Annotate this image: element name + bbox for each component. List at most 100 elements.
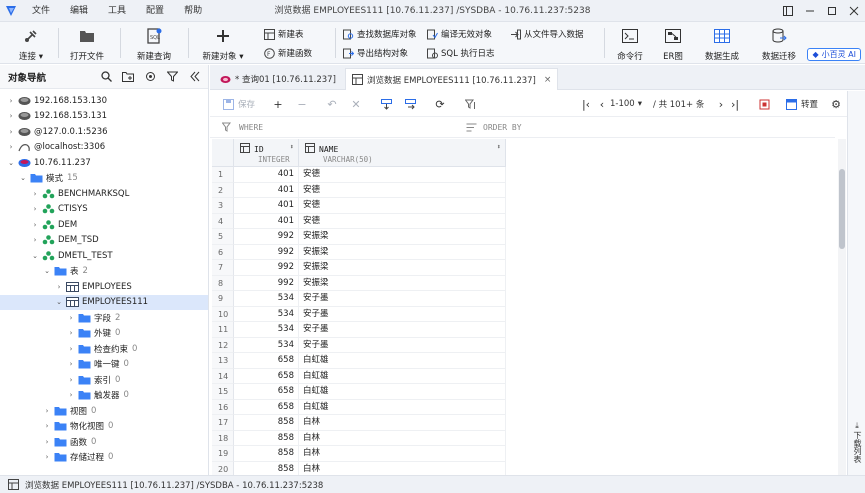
last-page-button[interactable]: ›|: [729, 96, 741, 112]
cell-name[interactable]: 白虹雄: [299, 353, 506, 369]
chevron-right-icon[interactable]: ›: [42, 438, 52, 446]
cell-name[interactable]: 白虹雄: [299, 368, 506, 384]
cell-id[interactable]: 858: [234, 430, 299, 446]
tree-node[interactable]: › DEM: [0, 217, 208, 233]
cell-name[interactable]: 安德: [299, 198, 506, 214]
tree-node[interactable]: › DEM_TSD: [0, 233, 208, 249]
cell-id[interactable]: 401: [234, 198, 299, 214]
tree-node[interactable]: ⌄ EMPLOYEES111: [0, 294, 208, 310]
cell-id[interactable]: 658: [234, 384, 299, 400]
table-row[interactable]: 9 534 安子墨: [212, 291, 506, 307]
cell-id[interactable]: 992: [234, 244, 299, 260]
tree-node[interactable]: ⌄ 模式 15: [0, 171, 208, 187]
grid-settings-button[interactable]: ⚙: [830, 96, 842, 112]
tab-query01[interactable]: * 查询01 [10.76.11.237]: [214, 68, 342, 90]
cell-name[interactable]: 安振梁: [299, 244, 506, 260]
undo-button[interactable]: ↶: [326, 96, 338, 112]
sql-log-button[interactable]: SQL 执行日志: [427, 46, 495, 60]
cell-id[interactable]: 658: [234, 368, 299, 384]
chevron-right-icon[interactable]: ›: [6, 128, 16, 136]
new-table-button[interactable]: 新建表: [264, 27, 304, 41]
cell-id[interactable]: 534: [234, 291, 299, 307]
data-generation-button[interactable]: 数据生成: [695, 24, 749, 62]
tree-node[interactable]: › 唯一键 0: [0, 357, 208, 373]
table-row[interactable]: 17 858 白林: [212, 415, 506, 431]
tree-node[interactable]: › 触发器 0: [0, 388, 208, 404]
cell-id[interactable]: 992: [234, 275, 299, 291]
tree-node[interactable]: › 外键 0: [0, 326, 208, 342]
new-object-button[interactable]: 新建对象 ▾: [196, 24, 250, 62]
tree-node[interactable]: › BENCHMARKSQL: [0, 186, 208, 202]
cell-name[interactable]: 安德: [299, 167, 506, 183]
export-button[interactable]: [404, 96, 416, 112]
first-page-button[interactable]: |‹: [580, 96, 592, 112]
er-diagram-button[interactable]: ER图: [646, 24, 700, 62]
stop-button[interactable]: [758, 96, 770, 112]
tree-node[interactable]: › 192.168.153.131: [0, 109, 208, 125]
tree-node[interactable]: › 视图 0: [0, 403, 208, 419]
cell-id[interactable]: 401: [234, 167, 299, 183]
table-row[interactable]: 11 534 安子墨: [212, 322, 506, 338]
tree-node[interactable]: ⌄ 表 2: [0, 264, 208, 280]
chevron-down-icon[interactable]: ⌄: [18, 174, 28, 182]
table-row[interactable]: 14 658 白虹雄: [212, 368, 506, 384]
table-row[interactable]: 16 658 白虹雄: [212, 399, 506, 415]
cell-id[interactable]: 992: [234, 229, 299, 245]
table-row[interactable]: 18 858 白林: [212, 430, 506, 446]
chevron-right-icon[interactable]: ›: [54, 283, 64, 291]
find-db-object-button[interactable]: 查找数据库对象: [343, 27, 417, 41]
tree-node[interactable]: › 存储过程 0: [0, 450, 208, 466]
new-function-button[interactable]: F 新建函数: [264, 46, 312, 60]
tree-node[interactable]: ⌄ DMETL_TEST: [0, 248, 208, 264]
chevron-right-icon[interactable]: ›: [66, 345, 76, 353]
chevron-right-icon[interactable]: ›: [42, 422, 52, 430]
cell-name[interactable]: 安子墨: [299, 291, 506, 307]
table-row[interactable]: 20 858 白林: [212, 461, 506, 475]
menu-file[interactable]: 文件: [22, 0, 60, 22]
minimize-button[interactable]: [799, 0, 821, 22]
layout-icon[interactable]: [777, 0, 799, 22]
next-page-button[interactable]: ›: [715, 96, 727, 112]
add-row-button[interactable]: +: [272, 96, 284, 112]
chevron-right-icon[interactable]: ›: [42, 407, 52, 415]
cell-id[interactable]: 858: [234, 415, 299, 431]
tree-node[interactable]: › CTISYS: [0, 202, 208, 218]
maximize-button[interactable]: [821, 0, 843, 22]
table-row[interactable]: 12 534 安子墨: [212, 337, 506, 353]
collapse-panel-icon[interactable]: [186, 69, 202, 85]
cell-name[interactable]: 安子墨: [299, 337, 506, 353]
chevron-right-icon[interactable]: ›: [66, 360, 76, 368]
chevron-right-icon[interactable]: ›: [66, 391, 76, 399]
table-row[interactable]: 2 401 安德: [212, 182, 506, 198]
table-row[interactable]: 4 401 安德: [212, 213, 506, 229]
chevron-down-icon[interactable]: ⌄: [30, 252, 40, 260]
cancel-button[interactable]: ✕: [350, 96, 362, 112]
prev-page-button[interactable]: ‹: [596, 96, 608, 112]
download-list-tab[interactable]: ⤓ 下载列表: [851, 421, 863, 463]
tree-node[interactable]: › 192.168.153.130: [0, 93, 208, 109]
delete-row-button[interactable]: −: [296, 96, 308, 112]
cell-id[interactable]: 858: [234, 446, 299, 462]
filter-column-button[interactable]: [464, 96, 476, 112]
column-header-name[interactable]: NAME VARCHAR(50) ⬍: [299, 139, 506, 167]
chevron-down-icon[interactable]: ⌄: [54, 298, 64, 306]
tree-node[interactable]: › 索引 0: [0, 372, 208, 388]
cell-id[interactable]: 858: [234, 461, 299, 475]
tree-node[interactable]: › @127.0.0.1:5236: [0, 124, 208, 140]
cell-id[interactable]: 401: [234, 182, 299, 198]
chevron-right-icon[interactable]: ›: [30, 190, 40, 198]
cell-name[interactable]: 白林: [299, 446, 506, 462]
cell-name[interactable]: 安德: [299, 213, 506, 229]
table-row[interactable]: 8 992 安振梁: [212, 275, 506, 291]
table-row[interactable]: 15 658 白虹雄: [212, 384, 506, 400]
scrollbar-thumb[interactable]: [839, 169, 845, 249]
menu-help[interactable]: 帮助: [174, 0, 212, 22]
transpose-button[interactable]: 转置: [785, 96, 818, 112]
import-from-file-button[interactable]: 从文件导入数据: [510, 27, 584, 41]
cell-name[interactable]: 安德: [299, 182, 506, 198]
connect-button[interactable]: 连接 ▾: [4, 24, 58, 62]
cell-id[interactable]: 658: [234, 399, 299, 415]
close-tab-icon[interactable]: ×: [544, 75, 552, 85]
sort-icon[interactable]: ⬍: [290, 143, 294, 151]
cell-name[interactable]: 白虹雄: [299, 384, 506, 400]
